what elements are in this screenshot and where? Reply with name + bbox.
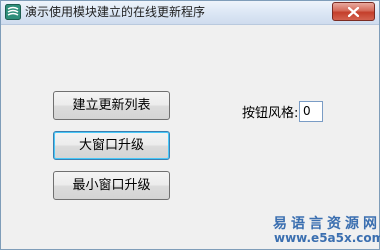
button-style-input[interactable]: 0 (299, 101, 323, 122)
minimal-window-upgrade-button[interactable]: 最小窗口升级 (53, 171, 170, 200)
app-window: 演示使用模块建立的在线更新程序 建立更新列表 大窗口升级 最小窗口升级 按钮风格… (0, 0, 380, 250)
title-bar[interactable]: 演示使用模块建立的在线更新程序 (1, 1, 379, 25)
create-update-list-button[interactable]: 建立更新列表 (53, 91, 170, 120)
large-window-upgrade-button[interactable]: 大窗口升级 (53, 131, 170, 160)
close-icon (348, 7, 359, 17)
button-style-label: 按钮风格: (242, 106, 299, 121)
watermark-site-name: 易语言资源网 (273, 216, 380, 232)
app-icon (5, 4, 21, 20)
watermark-url: www.e5a5x.com (274, 231, 380, 245)
close-button[interactable] (332, 2, 375, 21)
window-title: 演示使用模块建立的在线更新程序 (25, 5, 206, 19)
